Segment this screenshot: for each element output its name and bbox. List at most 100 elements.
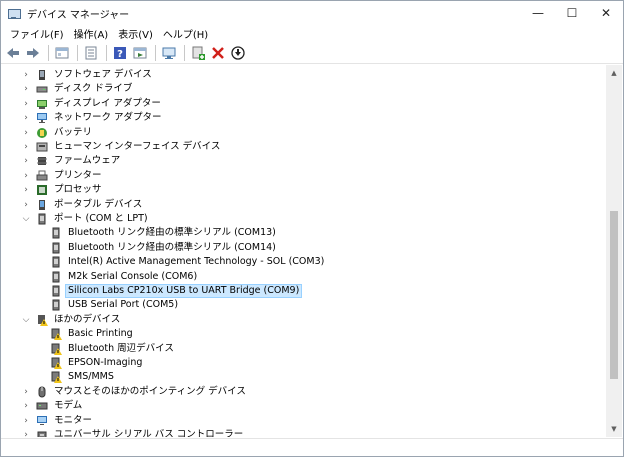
unknown-device-warning-icon bbox=[50, 371, 62, 384]
add-driver-icon[interactable] bbox=[189, 44, 207, 62]
tree-device-row[interactable]: Bluetooth リンク経由の標準シリアル (COM13) bbox=[1, 226, 607, 240]
modem-icon bbox=[36, 400, 48, 412]
processor-icon bbox=[36, 184, 48, 196]
tree-item-label: USB Serial Port (COM5) bbox=[68, 299, 179, 311]
network-adapter-icon bbox=[36, 112, 48, 124]
port-icon bbox=[50, 299, 62, 311]
tree-category-row[interactable]: › マウスとそのほかのポインティング デバイス bbox=[1, 385, 607, 399]
tree-category-row[interactable]: › ソフトウェア デバイス bbox=[1, 68, 607, 82]
tree-device-row[interactable]: USB Serial Port (COM5) bbox=[1, 298, 607, 312]
chevron-right-icon[interactable]: › bbox=[21, 111, 31, 125]
tree-category-row[interactable]: › ヒューマン インターフェイス デバイス bbox=[1, 140, 607, 154]
title-bar[interactable]: デバイス マネージャー — ☐ ✕ bbox=[1, 1, 623, 25]
download-circle-icon[interactable] bbox=[229, 44, 247, 62]
port-icon bbox=[50, 242, 62, 254]
firmware-icon bbox=[36, 155, 48, 167]
disk-drive-icon bbox=[36, 83, 48, 95]
chevron-right-icon[interactable]: › bbox=[21, 198, 31, 212]
tree-device-row[interactable]: M2k Serial Console (COM6) bbox=[1, 270, 607, 284]
scroll-down-arrow-icon[interactable]: ▼ bbox=[606, 421, 622, 437]
chevron-right-icon[interactable]: › bbox=[21, 428, 31, 437]
forward-arrow-icon[interactable] bbox=[24, 44, 42, 62]
chevron-right-icon[interactable]: › bbox=[21, 169, 31, 183]
svg-text:?: ? bbox=[117, 49, 123, 60]
tree-item-label: ほかのデバイス bbox=[54, 313, 121, 325]
tree-device-row[interactable]: EPSON-Imaging bbox=[1, 356, 607, 370]
chevron-down-icon[interactable]: ⌵ bbox=[21, 212, 31, 226]
tree-device-row[interactable]: Intel(R) Active Management Technology - … bbox=[1, 255, 607, 269]
tree-item-label: ポータブル デバイス bbox=[54, 198, 143, 210]
tree-device-row[interactable]: Bluetooth 周辺デバイス bbox=[1, 342, 607, 356]
port-icon bbox=[50, 256, 62, 268]
tree-category-row[interactable]: › ファームウェア bbox=[1, 154, 607, 168]
help-icon[interactable]: ? bbox=[111, 44, 129, 62]
tree-item-label: Intel(R) Active Management Technology - … bbox=[68, 256, 325, 268]
vertical-scrollbar[interactable]: ▲ ▼ bbox=[606, 65, 622, 437]
tree-item-label: Bluetooth リンク経由の標準シリアル (COM13) bbox=[68, 227, 276, 239]
unknown-device-warning-icon bbox=[50, 328, 62, 341]
tree-item-label: モデム bbox=[54, 400, 83, 412]
tree-item-label: Silicon Labs CP210x USB to UART Bridge (… bbox=[65, 284, 303, 298]
chevron-right-icon[interactable]: › bbox=[21, 399, 31, 413]
usb-controller-icon bbox=[36, 429, 48, 437]
chevron-right-icon[interactable]: › bbox=[21, 414, 31, 428]
toolbar-separator bbox=[48, 44, 49, 61]
tree-category-row[interactable]: ⌵ ポート (COM と LPT) bbox=[1, 212, 607, 226]
chevron-right-icon[interactable]: › bbox=[21, 183, 31, 197]
chevron-right-icon[interactable]: › bbox=[21, 154, 31, 168]
tree-item-label: ヒューマン インターフェイス デバイス bbox=[54, 141, 221, 152]
hid-icon bbox=[36, 141, 48, 153]
tree-device-row[interactable]: Silicon Labs CP210x USB to UART Bridge (… bbox=[1, 284, 607, 298]
tree-device-row[interactable]: Bluetooth リンク経由の標準シリアル (COM14) bbox=[1, 241, 607, 255]
properties-panel-icon[interactable] bbox=[53, 44, 71, 62]
chevron-right-icon[interactable]: › bbox=[21, 126, 31, 140]
toolbar: ? bbox=[1, 42, 623, 64]
uninstall-x-icon[interactable] bbox=[209, 44, 227, 62]
tree-device-row[interactable]: SMS/MMS bbox=[1, 370, 607, 384]
menu-help[interactable]: ヘルプ(H) bbox=[158, 26, 213, 41]
tree-category-row[interactable]: › バッテリ bbox=[1, 126, 607, 140]
menu-action[interactable]: 操作(A) bbox=[69, 26, 114, 41]
tree-category-row[interactable]: › モデム bbox=[1, 399, 607, 413]
tree-category-row[interactable]: › プリンター bbox=[1, 169, 607, 183]
menu-view[interactable]: 表示(V) bbox=[113, 26, 158, 41]
device-tree[interactable]: › ソフトウェア デバイス › ディスク ドライブ › ディスプレイ アダプター › ネットワ… bbox=[1, 65, 607, 437]
monitor-scan-icon[interactable] bbox=[160, 44, 178, 62]
menu-file[interactable]: ファイル(F) bbox=[5, 26, 69, 41]
chevron-right-icon[interactable]: › bbox=[21, 140, 31, 154]
chevron-right-icon[interactable]: › bbox=[21, 82, 31, 96]
action-panel-icon[interactable] bbox=[131, 44, 149, 62]
tree-category-row[interactable]: › プロセッサ bbox=[1, 183, 607, 197]
port-icon bbox=[50, 285, 62, 297]
tree-item-label: モニター bbox=[54, 414, 93, 426]
chevron-right-icon[interactable]: › bbox=[21, 385, 31, 399]
close-button[interactable]: ✕ bbox=[589, 1, 623, 25]
scroll-thumb[interactable] bbox=[610, 211, 618, 379]
tree-item-label: M2k Serial Console (COM6) bbox=[68, 270, 198, 282]
tree-item-label: EPSON-Imaging bbox=[68, 357, 143, 368]
tree-device-row[interactable]: Basic Printing bbox=[1, 327, 607, 341]
maximize-button[interactable]: ☐ bbox=[555, 1, 589, 25]
minimize-button[interactable]: — bbox=[521, 1, 555, 25]
tree-category-row[interactable]: › ディスク ドライブ bbox=[1, 82, 607, 96]
tree-category-row[interactable]: ⌵ ほかのデバイス bbox=[1, 313, 607, 327]
toolbar-separator bbox=[155, 44, 156, 61]
tree-item-label: ソフトウェア デバイス bbox=[54, 69, 152, 80]
device-list-icon[interactable] bbox=[82, 44, 100, 62]
tree-item-label: バッテリ bbox=[54, 126, 93, 138]
tree-category-row[interactable]: › ポータブル デバイス bbox=[1, 198, 607, 212]
tree-category-row[interactable]: › モニター bbox=[1, 414, 607, 428]
port-icon bbox=[50, 271, 62, 283]
chevron-right-icon[interactable]: › bbox=[21, 68, 31, 82]
tree-category-row[interactable]: › ユニバーサル シリアル バス コントローラー bbox=[1, 428, 607, 437]
scroll-up-arrow-icon[interactable]: ▲ bbox=[606, 65, 622, 81]
tree-item-label: ファームウェア bbox=[54, 155, 121, 167]
tree-category-row[interactable]: › ディスプレイ アダプター bbox=[1, 97, 607, 111]
tree-category-row[interactable]: › ネットワーク アダプター bbox=[1, 111, 607, 125]
back-arrow-icon[interactable] bbox=[4, 44, 22, 62]
chevron-right-icon[interactable]: › bbox=[21, 97, 31, 111]
mouse-icon bbox=[36, 386, 48, 398]
chevron-down-icon[interactable]: ⌵ bbox=[21, 313, 31, 327]
battery-icon bbox=[36, 127, 48, 139]
device-manager-window: デバイス マネージャー — ☐ ✕ ファイル(F) 操作(A) 表示(V) ヘル… bbox=[0, 0, 624, 457]
